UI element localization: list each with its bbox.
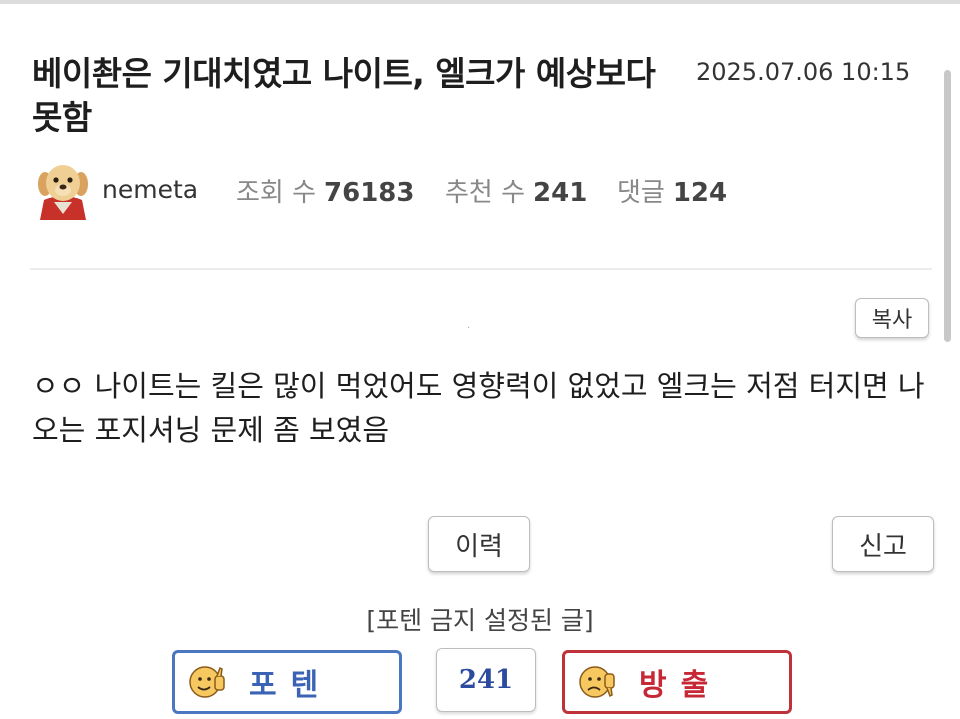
decorative-dot: ·	[467, 323, 471, 334]
view-count-label: 조회 수	[236, 178, 317, 208]
thumbs-up-face-icon	[189, 666, 225, 698]
upvote-button[interactable]: 포텐	[172, 650, 402, 714]
recommend-count-value: 241	[533, 178, 588, 208]
view-count-value: 76183	[324, 178, 415, 208]
post-title: 베이촨은 기대치였고 나이트, 엘크가 예상보다 못함	[32, 54, 656, 137]
comment-count-value: 124	[672, 178, 728, 208]
header-divider	[30, 268, 932, 270]
history-button[interactable]: 이력	[428, 516, 530, 572]
downvote-button[interactable]: 방출	[562, 650, 792, 714]
avatar-dog-icon	[38, 165, 88, 220]
recommend-count-label: 추천 수	[445, 178, 526, 208]
potential-ban-notice: [포텐 금지 설정된 글]	[366, 606, 594, 635]
upvote-label: 포텐	[249, 668, 333, 703]
copy-button[interactable]: 복사	[855, 298, 929, 338]
recommend-count: 추천 수 241	[445, 172, 587, 209]
post-date: 2025.07.06 10:15	[696, 58, 911, 86]
view-count: 조회 수 76183	[236, 172, 415, 209]
comment-count-label: 댓글	[617, 178, 665, 208]
comment-count: 댓글 124	[617, 172, 727, 209]
top-border	[0, 0, 960, 4]
scrollbar[interactable]	[944, 70, 951, 342]
thumbs-down-face-icon	[579, 666, 615, 698]
report-button[interactable]: 신고	[832, 516, 934, 572]
avatar[interactable]	[34, 162, 92, 222]
post-body: ㅇㅇ 나이트는 킬은 많이 먹었어도 영향력이 없었고 엘크는 저점 터지면 나…	[32, 369, 925, 447]
downvote-label: 방출	[639, 668, 723, 703]
author-name[interactable]: nemeta	[102, 175, 198, 204]
vote-count: 241	[436, 648, 536, 712]
